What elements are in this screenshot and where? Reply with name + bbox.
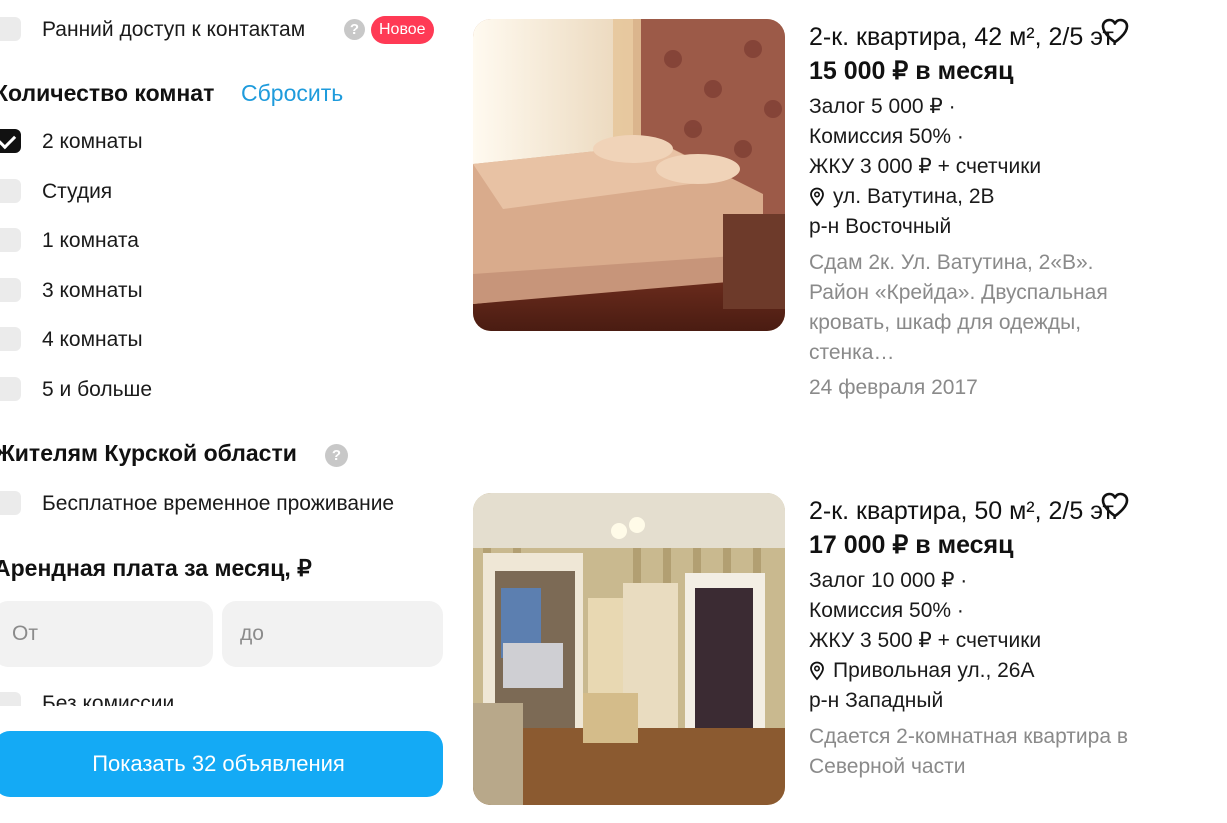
rooms-option-label: Студия xyxy=(42,180,113,203)
rooms-option-label: 3 комнаты xyxy=(42,279,143,302)
kursk-section-title: Жителям Курской области xyxy=(0,440,297,466)
rooms-option-label: 1 комната xyxy=(42,229,139,252)
listing-address: Привольная ул., 26А xyxy=(833,659,1035,682)
listing-utilities: ЖКУ 3 000 ₽ + счетчики xyxy=(809,155,1042,178)
no-commission-label: Без комиссии xyxy=(42,692,175,706)
price-from-input[interactable] xyxy=(0,601,213,667)
listing-district: р-н Восточный xyxy=(809,215,952,238)
filters-sidebar: Ранний доступ к контактам ? Новое Количе… xyxy=(0,0,450,823)
rooms-1-checkbox[interactable] xyxy=(0,228,21,252)
listing-price: 17 000 ₽ в месяц xyxy=(809,531,1014,559)
rooms-option-label: 5 и больше xyxy=(42,378,153,401)
listing-photo[interactable] xyxy=(473,19,785,331)
price-to-input[interactable] xyxy=(222,601,443,667)
listing-commission: Комиссия 50% · xyxy=(809,125,964,148)
listing-title[interactable]: 2-к. квартира, 42 м², 2/5 эт. xyxy=(809,21,1139,54)
listing-address-row: ул. Ватутина, 2В xyxy=(809,182,1139,212)
early-access-label: Ранний доступ к контактам xyxy=(42,18,306,41)
listing-info: 2-к. квартира, 50 м², 2/5 эт. 17 000 ₽ в… xyxy=(809,495,1139,782)
free-housing-checkbox[interactable] xyxy=(0,491,21,515)
listing-deposit: Залог 10 000 ₽ · xyxy=(809,569,968,592)
rooms-4-checkbox[interactable] xyxy=(0,327,21,351)
listing-price: 15 000 ₽ в месяц xyxy=(809,57,1014,85)
free-housing-label: Бесплатное временное проживание xyxy=(42,492,395,515)
hallway-photo xyxy=(473,493,785,805)
listing-description: Сдам 2к. Ул. Ватутина, 2«В». Район «Крей… xyxy=(809,251,1108,364)
rooms-reset-link[interactable]: Сбросить xyxy=(241,80,343,107)
no-commission-filter[interactable]: Без комиссии xyxy=(0,690,450,706)
listing-title[interactable]: 2-к. квартира, 50 м², 2/5 эт. xyxy=(809,495,1139,528)
rooms-option-label: 2 комнаты xyxy=(42,130,143,153)
rooms-option-label: 4 комнаты xyxy=(42,328,143,351)
help-icon[interactable]: ? xyxy=(325,444,348,467)
rent-section-title: Арендная плата за месяц, ₽ xyxy=(0,555,312,581)
listing-photo[interactable] xyxy=(473,493,785,805)
listing-description: Сдается 2-комнатная квартира в Северной … xyxy=(809,725,1128,778)
rooms-2-checkbox[interactable] xyxy=(0,129,21,153)
rooms-section-title: Количество комнат xyxy=(0,80,215,106)
listing-address-row: Привольная ул., 26А xyxy=(809,656,1139,686)
listing-district: р-н Западный xyxy=(809,689,944,712)
bedroom-photo xyxy=(473,19,785,331)
listing-deposit: Залог 5 000 ₽ · xyxy=(809,95,956,118)
listing-info: 2-к. квартира, 42 м², 2/5 эт. 15 000 ₽ в… xyxy=(809,21,1139,403)
early-access-checkbox[interactable] xyxy=(0,17,21,41)
listing-utilities: ЖКУ 3 500 ₽ + счетчики xyxy=(809,629,1042,652)
no-commission-checkbox[interactable] xyxy=(0,692,21,706)
studio-checkbox[interactable] xyxy=(0,179,21,203)
listing-address: ул. Ватутина, 2В xyxy=(833,185,995,208)
listing-commission: Комиссия 50% · xyxy=(809,599,964,622)
location-pin-icon xyxy=(810,661,824,681)
show-listings-button[interactable]: Показать 32 объявления xyxy=(0,731,443,797)
listing-date: 24 февраля 2017 xyxy=(809,376,978,399)
location-pin-icon xyxy=(810,187,824,207)
help-icon[interactable]: ? xyxy=(344,19,365,40)
new-badge: Новое xyxy=(371,16,434,44)
rooms-3-checkbox[interactable] xyxy=(0,278,21,302)
rooms-5plus-checkbox[interactable] xyxy=(0,377,21,401)
